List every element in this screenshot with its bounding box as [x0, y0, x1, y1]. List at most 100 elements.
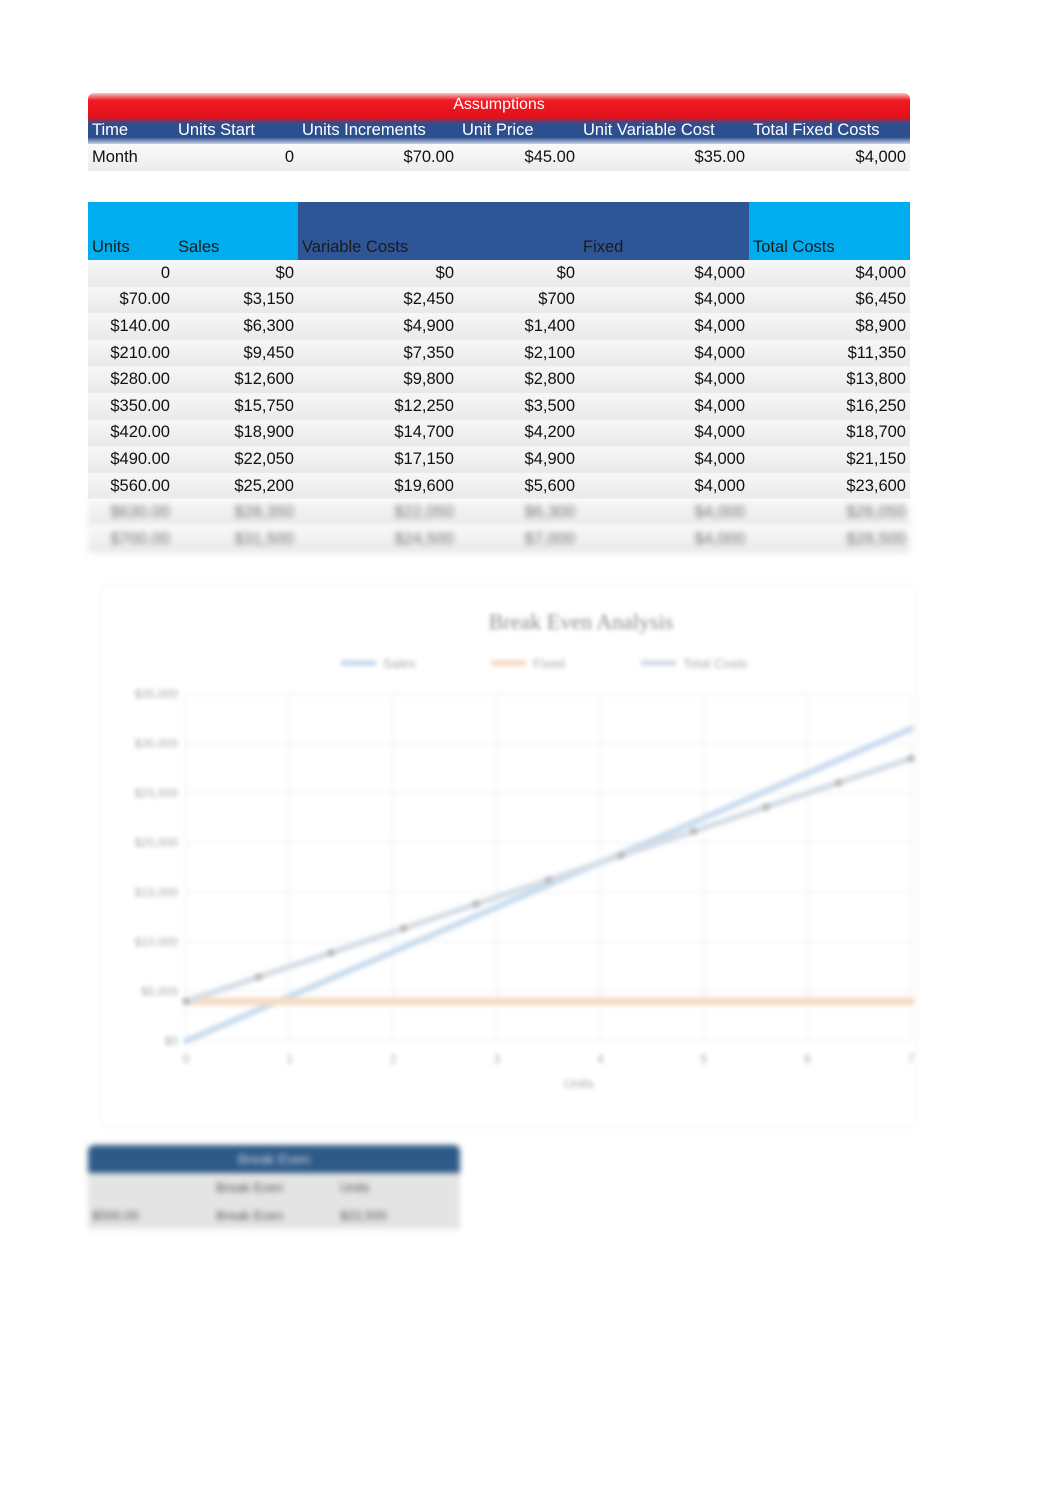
data-point	[907, 754, 915, 763]
cell-units[interactable]: $210.00	[88, 344, 174, 363]
cell-total-costs[interactable]: $4,000	[749, 264, 910, 283]
cell-total-costs[interactable]: $13,800	[749, 370, 910, 389]
cell-fixed[interactable]: $4,000	[579, 317, 749, 336]
cell-fixed[interactable]: $4,000	[579, 397, 749, 416]
cell-total-costs[interactable]: $18,700	[749, 423, 910, 442]
cell-units[interactable]: $140.00	[88, 317, 174, 336]
cell-fixed[interactable]: $4,000	[579, 477, 749, 496]
cell-units[interactable]: 0	[88, 264, 174, 283]
cell-variable-costs[interactable]: $7,350	[298, 344, 458, 363]
cell-units[interactable]: $420.00	[88, 423, 174, 442]
cell-contribution[interactable]: $2,800	[458, 370, 579, 389]
assumptions-header-row: Time Units Start Units Increments Unit P…	[88, 117, 910, 144]
cell-variable-costs[interactable]: $14,700	[298, 423, 458, 442]
cell-total-costs[interactable]: $16,250	[749, 397, 910, 416]
cell-variable-costs[interactable]: $19,600	[298, 477, 458, 496]
cell-variable-costs[interactable]: $12,250	[298, 397, 458, 416]
table-row: $350.00 $15,750 $12,250 $3,500 $4,000 $16,250	[88, 392, 910, 420]
data-point	[617, 851, 625, 860]
header-fixed: Fixed	[579, 202, 749, 260]
cell-units[interactable]: $560.00	[88, 477, 174, 496]
summary-cell: Break Even	[216, 1207, 284, 1223]
data-point	[327, 948, 335, 957]
cell-variable-costs[interactable]: $17,150	[298, 450, 458, 469]
cell-sales[interactable]: $18,900	[174, 423, 298, 442]
cell-contribution[interactable]: $7,000	[458, 530, 579, 549]
summary-cell: Break Even	[216, 1179, 284, 1195]
cell-contribution[interactable]: $6,300	[458, 503, 579, 522]
table-row: 0 $0 $0 $0 $4,000 $4,000	[88, 260, 910, 287]
cell-units[interactable]: $350.00	[88, 397, 174, 416]
value-time[interactable]: Month	[88, 148, 174, 167]
cell-fixed[interactable]: $4,000	[579, 450, 749, 469]
cell-fixed[interactable]: $4,000	[579, 503, 749, 522]
cell-total-costs[interactable]: $6,450	[749, 290, 910, 309]
cell-fixed[interactable]: $4,000	[579, 344, 749, 363]
cell-sales[interactable]: $12,600	[174, 370, 298, 389]
header-variable-costs: Variable Costs	[298, 202, 458, 260]
cell-total-costs[interactable]: $11,350	[749, 344, 910, 363]
cell-sales[interactable]: $22,050	[174, 450, 298, 469]
cell-contribution[interactable]: $5,600	[458, 477, 579, 496]
cell-fixed[interactable]: $4,000	[579, 290, 749, 309]
cell-variable-costs[interactable]: $9,800	[298, 370, 458, 389]
cell-contribution[interactable]: $4,200	[458, 423, 579, 442]
value-units-increments[interactable]: $70.00	[298, 148, 458, 167]
cell-contribution[interactable]: $2,100	[458, 344, 579, 363]
table-row: $140.00 $6,300 $4,900 $1,400 $4,000 $8,900	[88, 313, 910, 340]
cell-units[interactable]: $700.00	[88, 530, 174, 549]
value-unit-price[interactable]: $45.00	[458, 148, 579, 167]
cell-total-costs[interactable]: $28,500	[749, 530, 910, 549]
cell-variable-costs[interactable]: $24,500	[298, 530, 458, 549]
header-total-fixed-costs: Total Fixed Costs	[753, 121, 880, 139]
cell-sales[interactable]: $3,150	[174, 290, 298, 309]
table-row: $700.00 $31,500 $24,500 $7,000 $4,000 $28,500	[88, 525, 910, 553]
cell-total-costs[interactable]: $8,900	[749, 317, 910, 336]
cell-total-costs[interactable]: $23,600	[749, 477, 910, 496]
header-time: Time	[92, 121, 129, 139]
cell-sales[interactable]: $0	[174, 264, 298, 283]
cell-fixed[interactable]: $4,000	[579, 370, 749, 389]
header-unit-price: Unit Price	[462, 121, 534, 139]
x-tick-label: 6	[804, 1052, 811, 1066]
cell-sales[interactable]: $15,750	[174, 397, 298, 416]
cell-units[interactable]: $280.00	[88, 370, 174, 389]
value-total-fixed-costs[interactable]: $4,000	[749, 148, 910, 167]
data-point	[254, 973, 263, 982]
data-point	[834, 778, 843, 787]
x-tick-label: 1	[286, 1052, 293, 1066]
cell-sales[interactable]: $31,500	[174, 530, 298, 549]
data-point	[544, 875, 553, 884]
cell-total-costs[interactable]: $21,150	[749, 450, 910, 469]
cell-sales[interactable]: $25,200	[174, 477, 298, 496]
cell-fixed[interactable]: $4,000	[579, 264, 749, 283]
cell-contribution[interactable]: $4,900	[458, 450, 579, 469]
cell-variable-costs[interactable]: $2,450	[298, 290, 458, 309]
header-sales: Sales	[174, 202, 298, 260]
summary-cell: $500.00	[92, 1207, 139, 1223]
cell-fixed[interactable]: $4,000	[579, 530, 749, 549]
cell-units[interactable]: $630.00	[88, 503, 174, 522]
cell-total-costs[interactable]: $26,050	[749, 503, 910, 522]
assumptions-value-row: Month 0 $70.00 $45.00 $35.00 $4,000	[88, 144, 910, 171]
value-units-start[interactable]: 0	[174, 148, 298, 167]
cell-variable-costs[interactable]: $0	[298, 264, 458, 283]
cell-units[interactable]: $70.00	[88, 290, 174, 309]
x-tick-label: 5	[701, 1052, 708, 1066]
cell-fixed[interactable]: $4,000	[579, 423, 749, 442]
cell-contribution[interactable]: $3,500	[458, 397, 579, 416]
cell-variable-costs[interactable]: $22,050	[298, 503, 458, 522]
cell-sales[interactable]: $6,300	[174, 317, 298, 336]
chart-title: Break Even Analysis	[489, 609, 674, 634]
cell-sales[interactable]: $9,450	[174, 344, 298, 363]
cell-contribution[interactable]: $1,400	[458, 317, 579, 336]
break-even-chart[interactable]: Break Even Analysis Sales Fixed Total Costs…	[100, 585, 917, 1127]
cell-contribution[interactable]: $700	[458, 290, 579, 309]
cell-variable-costs[interactable]: $4,900	[298, 317, 458, 336]
header-units-start: Units Start	[178, 121, 256, 139]
value-unit-variable-cost[interactable]: $35.00	[579, 148, 749, 167]
cell-contribution[interactable]: $0	[458, 264, 579, 283]
cell-units[interactable]: $490.00	[88, 450, 174, 469]
x-tick-label: 7	[908, 1052, 915, 1066]
cell-sales[interactable]: $28,350	[174, 503, 298, 522]
